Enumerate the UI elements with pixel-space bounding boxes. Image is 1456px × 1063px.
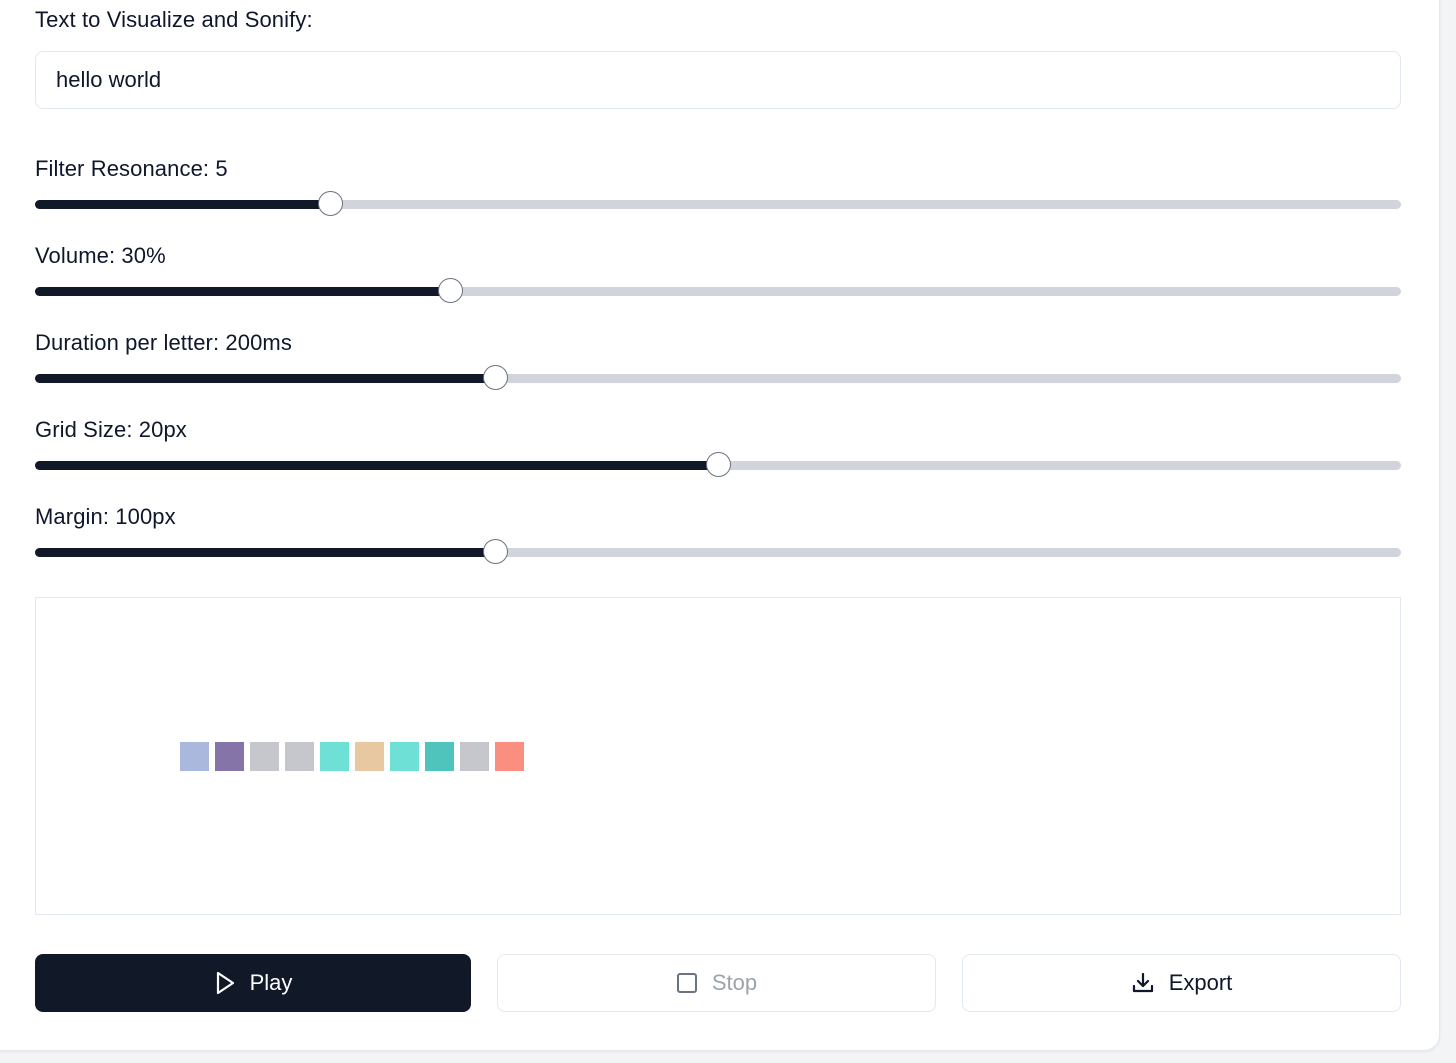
text-input[interactable] [35, 51, 1401, 109]
duration-per-letter-label: Duration per letter: 200ms [35, 330, 292, 355]
grid-cell [355, 742, 384, 771]
slider-fill [35, 461, 718, 470]
export-button-label: Export [1168, 970, 1233, 995]
play-icon [214, 971, 236, 995]
slider-thumb[interactable] [438, 278, 464, 303]
export-button[interactable]: Export [962, 954, 1401, 1012]
slider-fill [35, 374, 496, 383]
grid-cell [320, 742, 349, 771]
duration-per-letter-slider[interactable] [35, 364, 1401, 392]
grid-cell [285, 742, 314, 771]
stop-button-label: Stop [711, 970, 758, 995]
slider-fill [35, 548, 496, 557]
filter-resonance-label: Filter Resonance: 5 [35, 156, 228, 181]
square-icon [676, 972, 698, 994]
volume-label: Volume: 30% [35, 243, 166, 268]
volume-slider[interactable] [35, 277, 1401, 305]
visualization-canvas [35, 597, 1401, 915]
margin-slider[interactable] [35, 538, 1401, 566]
grid-size-label: Grid Size: 20px [35, 417, 187, 442]
slider-thumb[interactable] [483, 365, 509, 390]
grid-size-slider[interactable] [35, 451, 1401, 479]
slider-fill [35, 287, 451, 296]
slider-thumb[interactable] [483, 539, 509, 564]
grid-cell [390, 742, 419, 771]
play-button-label: Play [249, 970, 293, 995]
grid-cell [460, 742, 489, 771]
grid-cell [180, 742, 209, 771]
grid-cell [425, 742, 454, 771]
slider-thumb[interactable] [706, 452, 731, 477]
grid-cell [250, 742, 279, 771]
play-button[interactable]: Play [35, 954, 471, 1012]
grid-cell [495, 742, 524, 771]
download-icon [1131, 971, 1155, 995]
slider-thumb[interactable] [318, 191, 344, 216]
margin-label: Margin: 100px [35, 504, 176, 529]
stop-button[interactable]: Stop [497, 954, 936, 1012]
grid-cell [215, 742, 244, 771]
slider-fill [35, 200, 331, 209]
filter-resonance-slider[interactable] [35, 190, 1401, 218]
text-input-label: Text to Visualize and Sonify: [35, 7, 313, 32]
